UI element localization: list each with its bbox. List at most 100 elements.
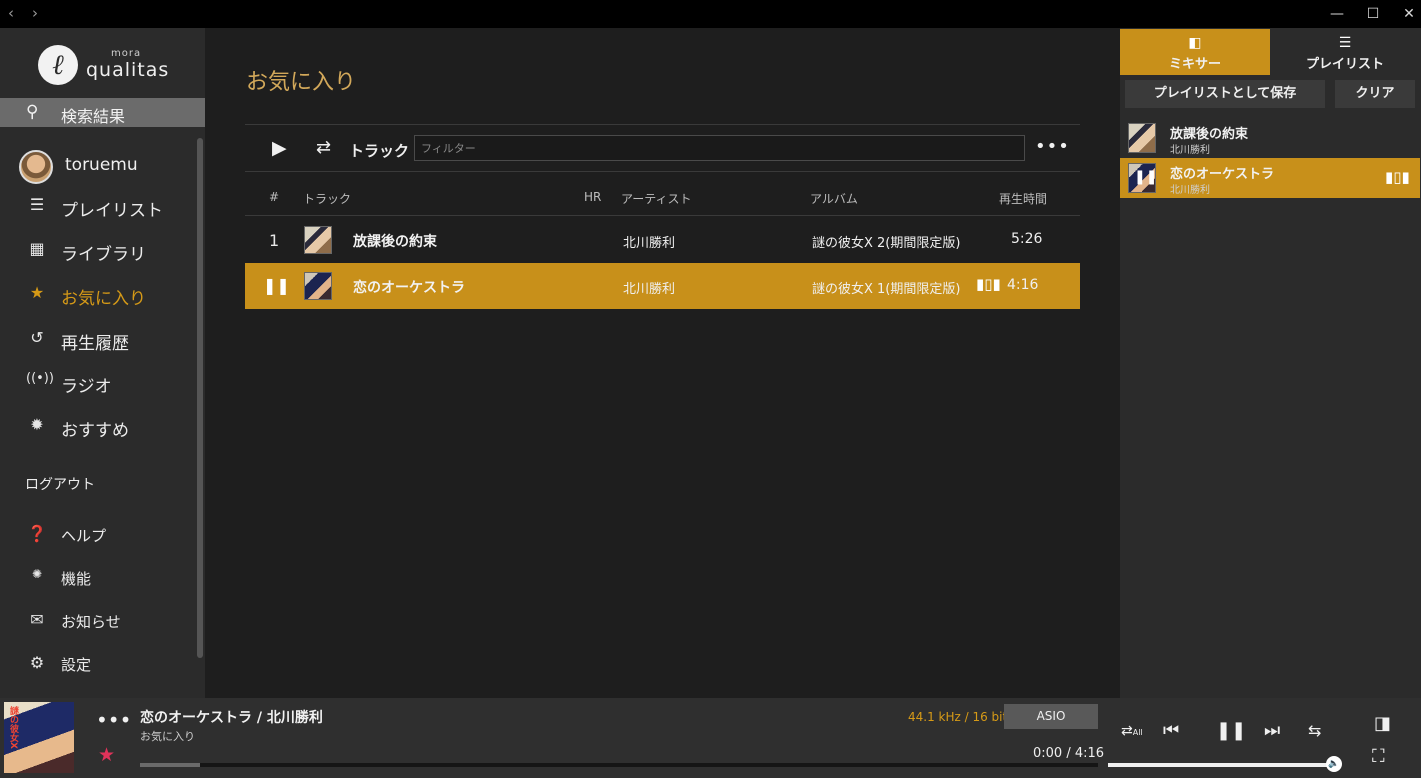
- sidebar: ℓ mora qualitas ⚲ 検索結果 toruemu ☰ プレイリスト …: [0, 28, 205, 726]
- sidebar-item-history[interactable]: ↺ 再生履歴: [0, 324, 195, 354]
- avatar: [19, 150, 53, 184]
- list-item[interactable]: ❚❚ 恋のオーケストラ 北川勝利 ▮▯▮: [1120, 158, 1420, 198]
- camera-icon: ⚙: [29, 653, 45, 672]
- sidebar-item-label: ラジオ: [61, 377, 112, 397]
- sidebar-item-label: 検索結果: [61, 107, 126, 126]
- sidebar-item-label: お知らせ: [61, 613, 121, 631]
- sidebar-item-label: ライブラリ: [61, 245, 146, 265]
- mixer-icon: ◧: [1188, 35, 1202, 51]
- column-header-album[interactable]: アルバム: [810, 190, 858, 207]
- repeat-all-label: All: [1132, 728, 1143, 737]
- logo-mark-icon: ℓ: [38, 45, 78, 85]
- sidebar-item-label: 機能: [61, 570, 92, 588]
- sidebar-item-favorites[interactable]: ★ お気に入り: [0, 279, 195, 309]
- save-as-playlist-button[interactable]: プレイリストとして保存: [1125, 80, 1325, 108]
- sidebar-item-library[interactable]: ▦ ライブラリ: [0, 235, 195, 265]
- now-playing-title: 恋のオーケストラ / 北川勝利: [140, 710, 323, 726]
- help-icon: ❓: [27, 524, 47, 543]
- mail-icon: ✉: [30, 610, 44, 629]
- output-device-button[interactable]: ASIO: [1004, 704, 1098, 729]
- track-number: 1: [269, 231, 280, 250]
- next-button[interactable]: ⏭: [1264, 720, 1280, 741]
- library-icon: ▦: [29, 239, 45, 258]
- new-badge-icon: ✺: [31, 567, 43, 581]
- pause-button[interactable]: ❚❚: [1216, 720, 1246, 741]
- column-header-duration[interactable]: 再生時間: [999, 190, 1047, 207]
- album-art-thumbnail: [1128, 123, 1156, 153]
- previous-button[interactable]: ⏮: [1163, 720, 1179, 741]
- repeat-all-button[interactable]: ⇄All: [1121, 723, 1143, 739]
- track-artist: 北川勝利: [623, 236, 676, 251]
- sidebar-item-help[interactable]: ❓ ヘルプ: [0, 520, 195, 550]
- tab-mixer[interactable]: ◧ ミキサー: [1120, 29, 1270, 75]
- queue-track-artist: 北川勝利: [1170, 185, 1210, 196]
- column-header-hr[interactable]: HR: [584, 190, 601, 204]
- volume-icon[interactable]: 🔈: [1326, 756, 1342, 772]
- right-panel: ◧ ミキサー ☰ プレイリスト プレイリストとして保存 クリア 放課後の約束 北…: [1120, 28, 1421, 698]
- player-bar: 謎の彼女X ••• ★ 恋のオーケストラ / 北川勝利 お気に入り 44.1 k…: [0, 698, 1421, 778]
- sidebar-item-search-results[interactable]: ⚲ 検索結果: [0, 98, 205, 127]
- sidebar-scrollbar[interactable]: [197, 138, 203, 658]
- queue-track-title: 放課後の約束: [1170, 127, 1249, 142]
- filter-input[interactable]: [414, 135, 1025, 161]
- playlist-icon: ☰: [29, 195, 45, 214]
- pause-icon[interactable]: ❚❚: [263, 276, 290, 295]
- volume-slider[interactable]: [1108, 763, 1334, 767]
- close-button[interactable]: ✕: [1391, 2, 1421, 26]
- column-header-track[interactable]: トラック: [303, 190, 351, 207]
- logo-small-text: mora: [111, 48, 142, 59]
- favorite-star-icon[interactable]: ★: [98, 744, 115, 766]
- list-item[interactable]: 放課後の約束 北川勝利: [1120, 118, 1420, 158]
- sidebar-item-recommend[interactable]: ✹ おすすめ: [0, 411, 195, 441]
- search-icon: ⚲: [26, 102, 39, 122]
- forward-icon[interactable]: ›: [32, 4, 38, 22]
- column-header-artist[interactable]: アーティスト: [621, 190, 692, 207]
- clear-button[interactable]: クリア: [1335, 80, 1415, 108]
- sidebar-item-features[interactable]: ✺ 機能: [0, 563, 195, 593]
- album-art[interactable]: 謎の彼女X: [4, 702, 74, 773]
- sidebar-item-label: プレイリスト: [61, 201, 163, 221]
- more-options-button[interactable]: •••: [96, 708, 131, 732]
- logo-name: qualitas: [86, 59, 170, 81]
- sidebar-item-settings[interactable]: ⚙ 設定: [0, 649, 195, 679]
- volume-fill: [1108, 763, 1328, 767]
- now-playing-source: お気に入り: [140, 730, 195, 743]
- track-sort-label[interactable]: トラック: [349, 140, 409, 161]
- shuffle-icon[interactable]: ⇆: [1308, 721, 1321, 740]
- equalizer-icon: ▮▯▮: [1385, 168, 1410, 186]
- tab-playlist[interactable]: ☰ プレイリスト: [1270, 29, 1420, 75]
- track-title: 恋のオーケストラ: [353, 280, 465, 296]
- tab-label: ミキサー: [1168, 57, 1221, 72]
- more-options-button[interactable]: •••: [1035, 136, 1070, 157]
- track-duration: 4:16: [1007, 277, 1039, 293]
- album-art-spine-text: 謎の彼女X: [8, 706, 18, 749]
- audio-format: 44.1 kHz / 16 bit: [908, 710, 1008, 724]
- table-row[interactable]: ❚❚ 恋のオーケストラ 北川勝利 謎の彼女X 1(期間限定版) ▮▯▮ 4:16: [245, 263, 1080, 309]
- sidebar-item-label: ヘルプ: [61, 527, 107, 545]
- fullscreen-icon[interactable]: ⛶: [1372, 746, 1385, 767]
- sidebar-item-playlist[interactable]: ☰ プレイリスト: [0, 191, 195, 221]
- playlist-icon: ☰: [1338, 35, 1352, 51]
- sidebar-item-news[interactable]: ✉ お知らせ: [0, 606, 195, 636]
- maximize-button[interactable]: ☐: [1355, 2, 1391, 26]
- logout-link[interactable]: ログアウト: [25, 474, 95, 494]
- title-bar: ‹ › — ☐ ✕: [0, 0, 1421, 28]
- playback-time: 0:00 / 4:16: [1033, 746, 1105, 761]
- tab-label: プレイリスト: [1305, 57, 1384, 72]
- table-row[interactable]: 1 放課後の約束 北川勝利 謎の彼女X 2(期間限定版) 5:26: [245, 217, 1080, 263]
- pause-icon[interactable]: ❚❚: [1134, 169, 1157, 185]
- column-header-number[interactable]: #: [269, 190, 279, 204]
- minimize-button[interactable]: —: [1319, 2, 1355, 26]
- sidebar-item-label: お気に入り: [61, 289, 146, 309]
- user-name: toruemu: [65, 155, 138, 175]
- page-title: お気に入り: [246, 70, 357, 95]
- repeat-icon[interactable]: ⇄: [316, 137, 331, 158]
- equalizer-icon: ▮▯▮: [976, 275, 1001, 293]
- progress-bar[interactable]: [140, 763, 1098, 767]
- panel-toggle-icon[interactable]: ◨: [1374, 713, 1391, 734]
- play-all-button[interactable]: ▶: [272, 137, 287, 159]
- sidebar-item-radio[interactable]: ((•)) ラジオ: [0, 367, 195, 397]
- album-art-thumbnail: [304, 226, 332, 254]
- back-icon[interactable]: ‹: [8, 4, 14, 22]
- track-duration: 5:26: [1011, 231, 1043, 247]
